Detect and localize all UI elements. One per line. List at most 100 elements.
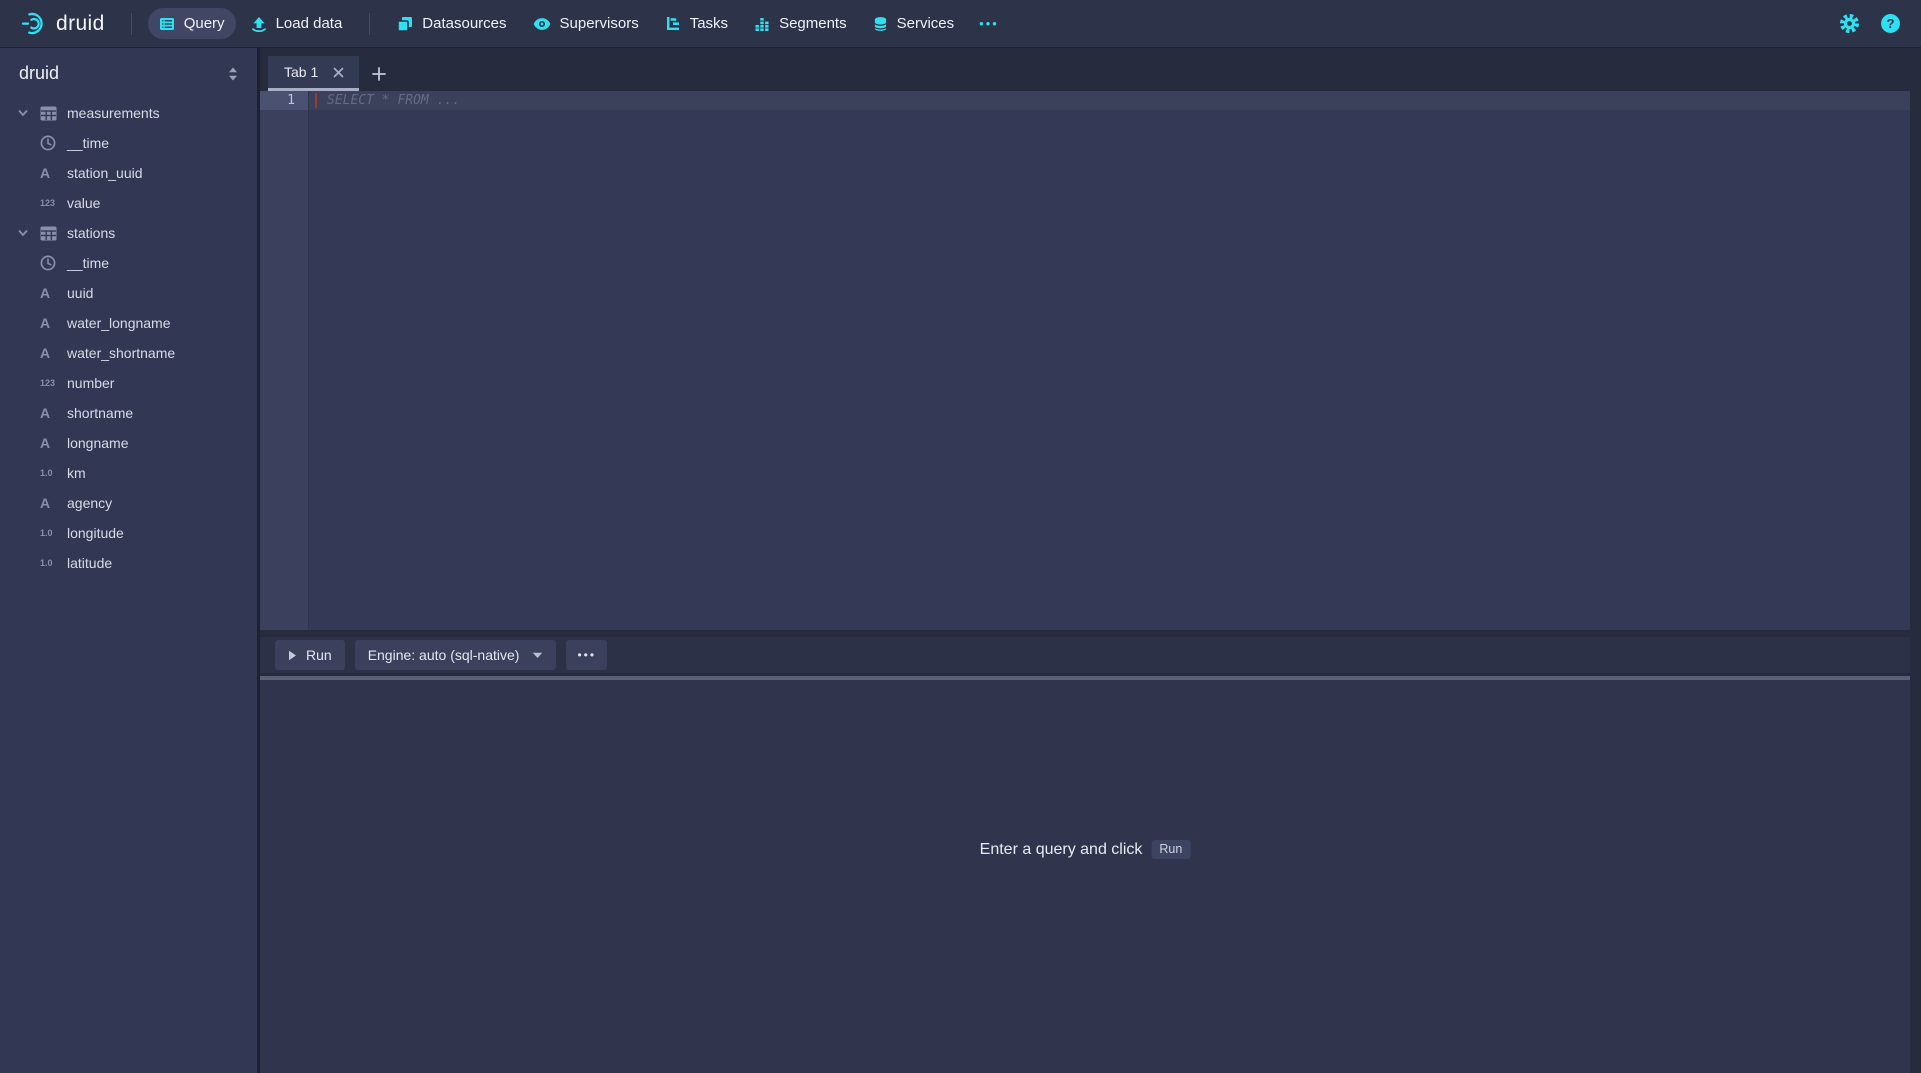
tree-item-measurements[interactable]: measurements	[0, 98, 257, 128]
run-tag: Run	[1151, 840, 1190, 859]
tree-icon-slot: A	[40, 436, 67, 450]
tab-tab1[interactable]: Tab 1	[268, 56, 359, 91]
tree-icon-slot: A	[40, 496, 67, 510]
nav-item-supervisors[interactable]: Supervisors	[522, 8, 650, 39]
nav-item-query[interactable]: Query	[148, 8, 236, 39]
load-data-icon	[251, 16, 267, 32]
tree-item-label: agency	[67, 495, 112, 511]
caret-slot	[532, 652, 543, 659]
clock-icon	[40, 255, 56, 271]
tree-item-label: water_longname	[67, 315, 171, 331]
tree-item-longitude[interactable]: 1.0 longitude	[0, 518, 257, 548]
table-icon	[40, 226, 57, 241]
nav-item-label: Supervisors	[560, 15, 639, 32]
tree-item-agency[interactable]: A agency	[0, 488, 257, 518]
tree-item-shortname[interactable]: A shortname	[0, 398, 257, 428]
query-icon	[159, 16, 175, 32]
nav-item-tasks[interactable]: Tasks	[654, 8, 739, 39]
nav-item-label: Tasks	[690, 15, 728, 32]
datasources-icon	[397, 16, 413, 32]
tree-item-water-longname[interactable]: A water_longname	[0, 308, 257, 338]
gear-icon	[1839, 13, 1860, 34]
nav-item-segments[interactable]: Segments	[743, 8, 858, 39]
schema-tree: measurements __time A station_uuid 123 v…	[0, 96, 257, 578]
string-type-icon: A	[40, 496, 50, 510]
druid-logo[interactable]: druid	[16, 10, 115, 37]
engine-dropdown[interactable]: Engine: auto (sql-native)	[355, 640, 557, 670]
tree-item-label: km	[67, 465, 86, 481]
navbar-divider	[369, 13, 370, 35]
tree-item-label: water_shortname	[67, 345, 175, 361]
run-more-button[interactable]: •••	[566, 640, 607, 670]
tree-item-label: latitude	[67, 555, 112, 571]
tree-icon-slot: 123	[40, 378, 67, 388]
navbar-right-actions: ?	[1839, 13, 1907, 34]
tree-item-label: station_uuid	[67, 165, 143, 181]
tasks-icon	[665, 16, 681, 32]
tree-icon-slot	[40, 255, 67, 271]
help-button[interactable]: ?	[1880, 13, 1901, 34]
main-area: Tab 1 1	[260, 47, 1921, 1073]
tree-item---time[interactable]: __time	[0, 248, 257, 278]
float-type-icon: 1.0	[40, 558, 53, 568]
tree-icon-slot: 1.0	[40, 558, 67, 568]
tree-item-label: uuid	[67, 285, 93, 301]
help-icon: ?	[1880, 13, 1901, 34]
app-body: druid measurements __time A station_uuid	[0, 47, 1921, 1073]
nav-item-load-data[interactable]: Load data	[240, 8, 354, 39]
tree-item-label: measurements	[67, 105, 160, 121]
segments-icon	[754, 16, 770, 32]
nav-item-services[interactable]: Services	[862, 8, 966, 39]
logo-text: druid	[56, 12, 105, 36]
add-tab-button[interactable]	[359, 56, 399, 91]
tree-chevron-slot	[17, 107, 40, 119]
plus-icon	[372, 67, 386, 81]
settings-button[interactable]	[1839, 13, 1860, 34]
text-cursor	[315, 93, 317, 108]
string-type-icon: A	[40, 406, 50, 420]
nav-item-label: Query	[184, 15, 225, 32]
tree-icon-slot: 1.0	[40, 528, 67, 538]
run-button-label: Run	[306, 647, 332, 663]
tree-item-number[interactable]: 123 number	[0, 368, 257, 398]
tree-icon-slot: A	[40, 346, 67, 360]
tab-close-button[interactable]	[331, 65, 346, 80]
double-caret-icon	[227, 66, 239, 82]
tree-item-label: stations	[67, 225, 115, 241]
editor-code-area[interactable]: SELECT * FROM ...	[309, 91, 1910, 630]
tree-icon-slot	[40, 135, 67, 151]
nav-item-label: Segments	[779, 15, 847, 32]
supervisors-icon	[533, 17, 551, 31]
navbar-divider	[131, 13, 132, 35]
tree-icon-slot	[40, 106, 67, 121]
float-type-icon: 1.0	[40, 468, 53, 478]
tree-item-stations[interactable]: stations	[0, 218, 257, 248]
float-type-icon: 1.0	[40, 528, 53, 538]
nav-item-datasources[interactable]: Datasources	[386, 8, 517, 39]
svg-text:?: ?	[1886, 16, 1894, 31]
run-toolbar: Run Engine: auto (sql-native) •••	[260, 637, 1910, 673]
run-button[interactable]: Run	[275, 640, 345, 670]
schema-sidebar: druid measurements __time A station_uuid	[0, 47, 260, 1073]
chevron-down-icon	[17, 227, 29, 239]
tree-item-water-shortname[interactable]: A water_shortname	[0, 338, 257, 368]
tree-item-longname[interactable]: A longname	[0, 428, 257, 458]
tree-item---time[interactable]: __time	[0, 128, 257, 158]
tree-item-latitude[interactable]: 1.0 latitude	[0, 548, 257, 578]
editor-gutter: 1	[260, 91, 309, 630]
tree-item-uuid[interactable]: A uuid	[0, 278, 257, 308]
query-editor[interactable]: 1 SELECT * FROM ...	[260, 91, 1910, 630]
tree-item-station-uuid[interactable]: A station_uuid	[0, 158, 257, 188]
schema-title: druid	[19, 63, 59, 84]
number-type-icon: 123	[40, 198, 55, 208]
sort-button[interactable]	[225, 64, 241, 84]
string-type-icon: A	[40, 316, 50, 330]
nav-more-button[interactable]: •••	[969, 10, 1009, 37]
tree-icon-slot: 123	[40, 198, 67, 208]
close-icon	[333, 67, 344, 78]
tree-icon-slot: A	[40, 316, 67, 330]
tree-item-km[interactable]: 1.0 km	[0, 458, 257, 488]
nav-item-label: Load data	[276, 15, 343, 32]
nav-item-label: Datasources	[422, 15, 506, 32]
tree-item-value[interactable]: 123 value	[0, 188, 257, 218]
